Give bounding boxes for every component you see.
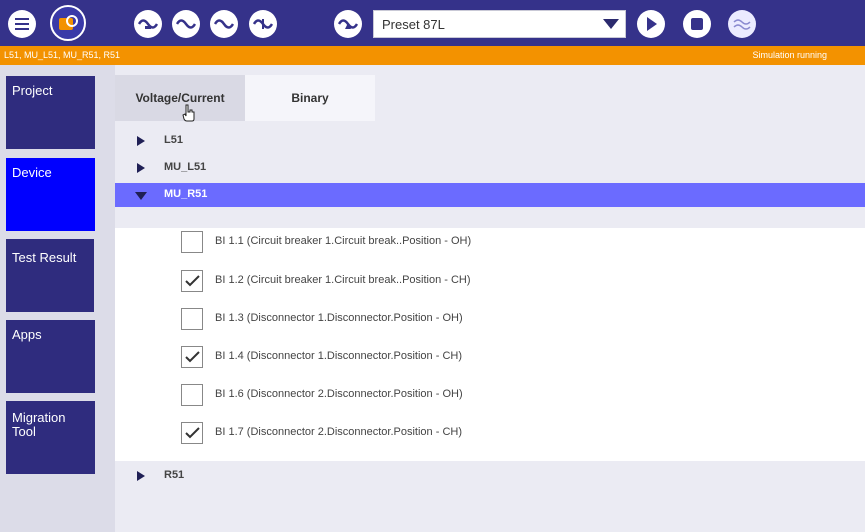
binary-input-label: BI 1.2 (Circuit breaker 1.Circuit break.… bbox=[215, 274, 471, 286]
sidebar: Project Device Test Result Apps Migratio… bbox=[0, 65, 115, 532]
collapse-arrow-icon bbox=[135, 192, 147, 200]
status-bar: L51, MU_L51, MU_R51, R51 Simulation runn… bbox=[0, 46, 865, 65]
nav-label: Test Result bbox=[12, 250, 77, 265]
preset-dropdown[interactable]: Preset 87L bbox=[373, 10, 626, 38]
binary-input-item[interactable]: BI 1.3 (Disconnector 1.Disconnector.Posi… bbox=[181, 308, 781, 332]
play-icon[interactable] bbox=[637, 10, 665, 38]
tree-node-l51[interactable]: L51 bbox=[115, 129, 865, 153]
expand-arrow-icon bbox=[137, 163, 145, 173]
binary-input-label: BI 1.4 (Disconnector 1.Disconnector.Posi… bbox=[215, 350, 462, 362]
chevron-down-icon bbox=[603, 19, 619, 29]
checkmark-icon bbox=[185, 427, 200, 439]
tree-node-mu-l51[interactable]: MU_L51 bbox=[115, 156, 865, 180]
expand-arrow-icon bbox=[137, 136, 145, 146]
signal-e-icon[interactable] bbox=[334, 10, 362, 38]
nav-label: Device bbox=[12, 165, 52, 180]
nav-label: Project bbox=[12, 83, 53, 98]
tab-label: Voltage/Current bbox=[135, 91, 225, 105]
binary-input-label: BI 1.6 (Disconnector 2.Disconnector.Posi… bbox=[215, 388, 463, 400]
checkmark-icon bbox=[185, 351, 200, 363]
preset-value: Preset 87L bbox=[382, 16, 445, 32]
checkbox[interactable] bbox=[181, 231, 203, 253]
nav-test-result[interactable]: Test Result bbox=[6, 239, 94, 312]
tab-bar: Voltage/Current Binary bbox=[115, 75, 865, 122]
signal-d-icon[interactable] bbox=[249, 10, 277, 38]
binary-input-label: BI 1.3 (Disconnector 1.Disconnector.Posi… bbox=[215, 312, 463, 324]
signal-b-icon[interactable] bbox=[172, 10, 200, 38]
main-content: Voltage/Current Binary L51 MU_L51 MU_R51… bbox=[115, 65, 865, 532]
binary-input-panel: BI 1.1 (Circuit breaker 1.Circuit break.… bbox=[115, 228, 865, 461]
tab-binary[interactable]: Binary bbox=[245, 75, 375, 121]
binary-input-item[interactable]: BI 1.2 (Circuit breaker 1.Circuit break.… bbox=[181, 270, 781, 294]
waveform-icon[interactable] bbox=[728, 10, 756, 38]
top-toolbar: Preset 87L bbox=[0, 0, 865, 46]
hand-cursor-icon bbox=[182, 104, 195, 122]
node-label: L51 bbox=[164, 134, 183, 146]
tree-node-r51[interactable]: R51 bbox=[115, 464, 865, 488]
node-label: MU_R51 bbox=[164, 188, 208, 200]
nav-device[interactable]: Device bbox=[6, 158, 95, 231]
nav-label: Migration Tool bbox=[12, 410, 66, 439]
device-list: L51, MU_L51, MU_R51, R51 bbox=[4, 50, 121, 60]
simulation-status: Simulation running bbox=[752, 50, 827, 60]
checkbox[interactable] bbox=[181, 270, 203, 292]
nav-project[interactable]: Project bbox=[6, 76, 95, 149]
expand-arrow-icon bbox=[137, 471, 145, 481]
binary-input-label: BI 1.7 (Disconnector 2.Disconnector.Posi… bbox=[215, 426, 462, 438]
node-label: R51 bbox=[164, 469, 185, 481]
home-icon[interactable] bbox=[50, 5, 86, 41]
tab-voltage-current[interactable]: Voltage/Current bbox=[115, 75, 245, 121]
checkbox[interactable] bbox=[181, 346, 203, 368]
binary-input-label: BI 1.1 (Circuit breaker 1.Circuit break.… bbox=[215, 235, 472, 247]
signal-a-icon[interactable] bbox=[134, 10, 162, 38]
tree-node-mu-r51[interactable]: MU_R51 bbox=[115, 183, 865, 207]
checkmark-icon bbox=[185, 275, 200, 287]
menu-icon[interactable] bbox=[8, 10, 36, 38]
binary-input-item[interactable]: BI 1.6 (Disconnector 2.Disconnector.Posi… bbox=[181, 384, 781, 408]
nav-apps[interactable]: Apps bbox=[6, 320, 95, 393]
binary-input-item[interactable]: BI 1.1 (Circuit breaker 1.Circuit break.… bbox=[181, 231, 781, 255]
checkbox[interactable] bbox=[181, 308, 203, 330]
node-label: MU_L51 bbox=[164, 161, 207, 173]
nav-label: Apps bbox=[12, 327, 42, 342]
checkbox[interactable] bbox=[181, 384, 203, 406]
binary-input-item[interactable]: BI 1.4 (Disconnector 1.Disconnector.Posi… bbox=[181, 346, 781, 370]
checkbox[interactable] bbox=[181, 422, 203, 444]
nav-migration-tool[interactable]: Migration Tool bbox=[6, 401, 95, 474]
stop-icon[interactable] bbox=[683, 10, 711, 38]
signal-c-icon[interactable] bbox=[210, 10, 238, 38]
binary-input-item[interactable]: BI 1.7 (Disconnector 2.Disconnector.Posi… bbox=[181, 422, 781, 446]
tab-label: Binary bbox=[291, 91, 329, 105]
